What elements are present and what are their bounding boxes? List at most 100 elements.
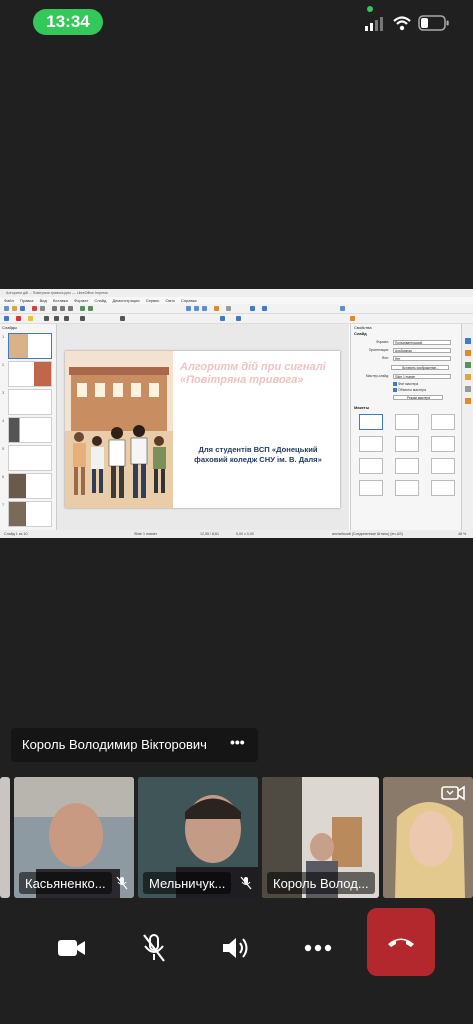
drawing-toolbar	[0, 314, 473, 324]
slide-thumb-1[interactable]	[8, 333, 52, 359]
new-slide-icon[interactable]	[262, 306, 267, 311]
microphone-muted-icon	[240, 876, 252, 890]
switch-camera-icon[interactable]	[441, 783, 465, 803]
slide-title: Алгоритм дій при сигналі «Повітряна трив…	[180, 361, 326, 386]
ellipse-icon[interactable]	[64, 316, 69, 321]
insert-image-button[interactable]: Вставить изображение...	[391, 365, 449, 370]
export-pdf-icon[interactable]	[32, 306, 37, 311]
master-select[interactable]: Slide 1 master	[393, 374, 451, 379]
checkbox-icon	[393, 382, 397, 387]
battery-icon	[418, 15, 449, 31]
zoom-level[interactable]: 48 %	[458, 530, 466, 538]
participant-tile[interactable]: Мельничук...	[138, 777, 258, 898]
menu-window[interactable]: Окно	[166, 298, 175, 303]
layout-two-over[interactable]	[395, 458, 419, 474]
layout-title-content[interactable]	[431, 414, 455, 430]
redo-icon[interactable]	[88, 306, 93, 311]
speaker-button[interactable]	[206, 918, 266, 978]
layout-six[interactable]	[359, 480, 383, 496]
table-icon[interactable]	[194, 306, 199, 311]
layout-title[interactable]	[395, 414, 419, 430]
menu-insert[interactable]: Вставка	[53, 298, 68, 303]
textbox-icon[interactable]	[226, 306, 231, 311]
slideshow-icon[interactable]	[250, 306, 255, 311]
orientation-select[interactable]: Альбомная	[393, 348, 451, 353]
participant-name: Король Волод...	[267, 872, 375, 894]
participant-tile[interactable]: Касьяненко...	[14, 777, 134, 898]
slide-thumb-3[interactable]	[8, 389, 52, 415]
copy-icon[interactable]	[60, 306, 65, 311]
layout-blank[interactable]	[359, 414, 383, 430]
shapes-icon[interactable]	[120, 316, 125, 321]
slide-thumb-6[interactable]	[8, 473, 52, 499]
participant-name-text: Король Волод...	[273, 875, 369, 891]
align-icon[interactable]	[220, 316, 225, 321]
arrow-icon[interactable]	[80, 316, 85, 321]
menu-format[interactable]: Формат	[74, 298, 88, 303]
layout-four[interactable]	[431, 458, 455, 474]
participant-tile[interactable]	[383, 777, 473, 898]
image-icon[interactable]	[202, 306, 207, 311]
master-objects-checkbox[interactable]: Объекты мастера	[393, 388, 453, 393]
layout-title-only[interactable]	[395, 436, 419, 452]
participant-name-text: Мельничук...	[149, 875, 226, 891]
layout-content-two[interactable]	[359, 458, 383, 474]
background-select[interactable]: Нет	[393, 356, 451, 361]
slide-thumb-2[interactable]	[8, 361, 52, 387]
chart-icon[interactable]	[214, 306, 219, 311]
more-dots-icon[interactable]: •••	[230, 734, 245, 750]
master-background-label: Фон мастера	[397, 382, 419, 386]
camera-button[interactable]	[42, 918, 102, 978]
menu-slideshow[interactable]: Демонстрация	[112, 298, 139, 303]
menu-help[interactable]: Справка	[181, 298, 197, 303]
layout-vertical-two[interactable]	[431, 480, 455, 496]
layout-centered[interactable]	[431, 436, 455, 452]
open-icon[interactable]	[12, 306, 17, 311]
sidebar-icon[interactable]	[340, 306, 345, 311]
display-view-icon[interactable]	[186, 306, 191, 311]
menu-slide[interactable]: Слайд	[94, 298, 106, 303]
paste-icon[interactable]	[68, 306, 73, 311]
menu-edit[interactable]: Правка	[20, 298, 34, 303]
line-icon[interactable]	[44, 316, 49, 321]
properties-panel: Свойства Слайд Формат: Пользовательский …	[350, 324, 461, 530]
master-label: Мастер-слайд:	[365, 374, 389, 378]
rectangle-icon[interactable]	[54, 316, 59, 321]
shadow-icon[interactable]	[350, 316, 355, 321]
slide-thumb-5[interactable]	[8, 445, 52, 471]
slide-transition-icon[interactable]	[465, 350, 471, 356]
layout-two-content[interactable]	[359, 436, 383, 452]
select-icon[interactable]	[4, 316, 9, 321]
animation-icon[interactable]	[465, 362, 471, 368]
menu-view[interactable]: Вид	[40, 298, 47, 303]
save-icon[interactable]	[20, 306, 25, 311]
active-speaker-label[interactable]: Король Володимир Вікторович •••	[11, 728, 258, 762]
thumb-number: 1	[2, 334, 5, 339]
menu-tools[interactable]: Сервис	[146, 298, 160, 303]
participant-tile-partial[interactable]	[0, 777, 10, 898]
participant-name: Мельничук...	[143, 872, 232, 894]
checkbox-icon	[393, 388, 397, 393]
styles-icon[interactable]	[465, 386, 471, 392]
print-icon[interactable]	[40, 306, 45, 311]
microphone-button[interactable]	[124, 918, 184, 978]
slide-thumb-4[interactable]	[8, 417, 52, 443]
gallery-icon[interactable]	[465, 398, 471, 404]
more-options-button[interactable]	[288, 918, 348, 978]
format-select[interactable]: Пользовательский	[393, 340, 451, 345]
new-icon[interactable]	[4, 306, 9, 311]
line-color-icon[interactable]	[16, 316, 21, 321]
slide-thumb-7[interactable]	[8, 501, 52, 527]
properties-deck-icon[interactable]	[465, 338, 471, 344]
menu-file[interactable]: Файл	[4, 298, 14, 303]
master-background-checkbox[interactable]: Фон мастера	[393, 382, 453, 387]
layout-vertical[interactable]	[395, 480, 419, 496]
participant-tile[interactable]: Король Волод...	[262, 777, 379, 898]
master-mode-button[interactable]: Режим мастера	[393, 395, 443, 400]
arrange-icon[interactable]	[236, 316, 241, 321]
cut-icon[interactable]	[52, 306, 57, 311]
undo-icon[interactable]	[80, 306, 85, 311]
fill-color-icon[interactable]	[28, 316, 33, 321]
end-call-button[interactable]	[367, 908, 435, 976]
master-slides-icon[interactable]	[465, 374, 471, 380]
